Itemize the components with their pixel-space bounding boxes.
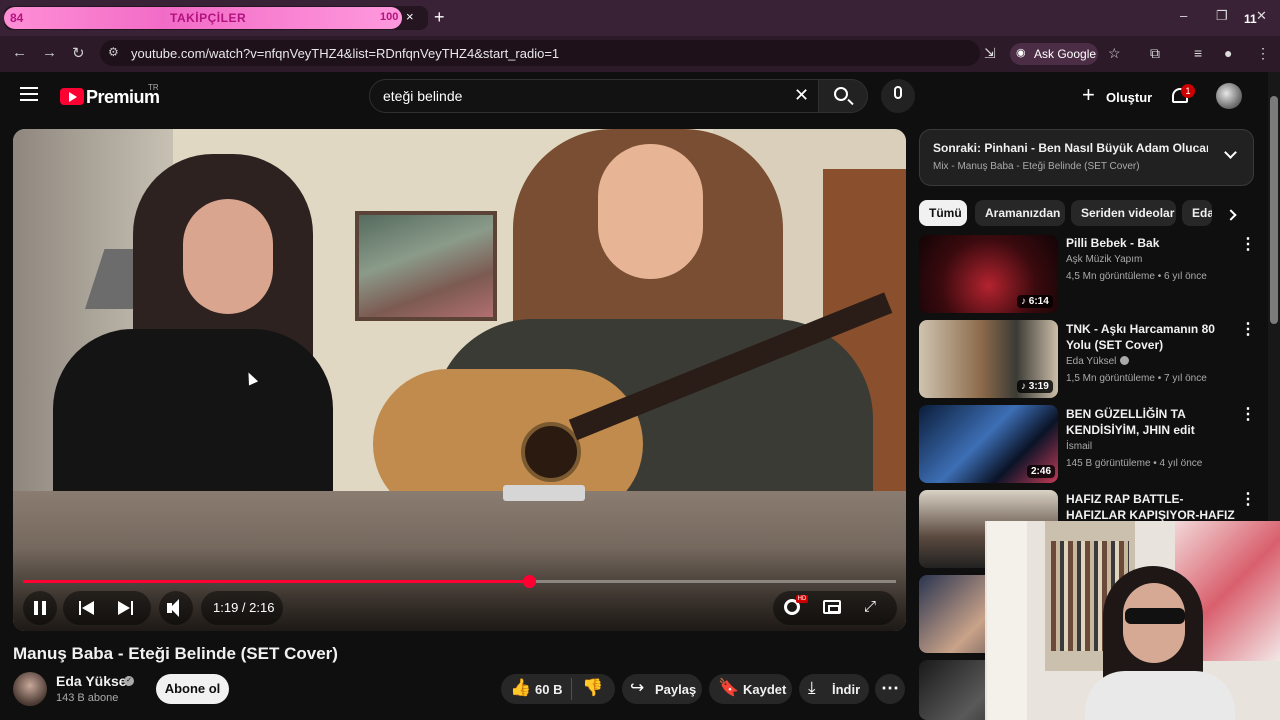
dislike-icon[interactable]: 👎 — [582, 678, 603, 698]
rec-duration: 2:46 — [1027, 465, 1056, 478]
microphone-icon — [894, 86, 902, 99]
verified-icon — [1120, 356, 1130, 365]
chip-eda[interactable]: Eda — [1182, 200, 1212, 226]
rec-duration: ♪ 6:14 — [1017, 295, 1053, 308]
new-tab-button[interactable]: + — [434, 7, 445, 28]
next-up-subtitle: Mix - Manuş Baba - Eteği Belinde (SET Co… — [933, 161, 1140, 172]
account-avatar[interactable] — [1216, 83, 1242, 109]
webcam-lamp — [987, 521, 1027, 720]
tab-right-count: 100 — [380, 11, 399, 23]
profile-icon[interactable]: ● — [1224, 45, 1232, 61]
download-icon: ⤓ — [808, 678, 816, 697]
save-icon: 🔖 — [718, 678, 740, 697]
rec-more-icon[interactable]: ⋮ — [1240, 407, 1256, 423]
url-text[interactable]: youtube.com/watch?v=nfqnVeyTHZ4&list=RDn… — [131, 46, 559, 61]
tab-title: TAKİPÇİLER — [170, 11, 247, 25]
progress-bar[interactable] — [23, 575, 896, 588]
rec-more-icon[interactable]: ⋮ — [1240, 322, 1256, 338]
singer-right-face — [598, 144, 703, 279]
chip-from-search[interactable]: Aramanızdan — [975, 200, 1065, 226]
scrollbar-thumb[interactable] — [1270, 96, 1278, 324]
save-label[interactable]: Kaydet — [743, 682, 786, 697]
rec-more-icon[interactable]: ⋮ — [1240, 492, 1256, 508]
like-icon[interactable]: 👍 — [510, 678, 531, 698]
share-icon: ↪ — [630, 678, 645, 697]
rec-title[interactable]: TNK - Aşkı Harcamanın 80 Yolu (SET Cover… — [1066, 321, 1236, 353]
guitar-soundhole — [521, 422, 581, 482]
rec-meta: 1,5 Mn görüntüleme • 7 yıl önce — [1066, 373, 1207, 384]
previous-icon[interactable] — [79, 600, 95, 616]
minimize-button[interactable]: – — [1180, 8, 1187, 23]
forward-button[interactable]: → — [42, 44, 57, 61]
more-actions-button[interactable]: ⋯ — [875, 674, 905, 704]
search-icon — [834, 87, 848, 101]
reload-button[interactable]: ↻ — [72, 44, 85, 62]
tab-left-count: 84 — [10, 11, 24, 25]
rec-title[interactable]: Pilli Bebek - Bak — [1066, 235, 1236, 251]
streamer-sunglasses — [1125, 608, 1185, 624]
browser-menu-icon[interactable]: ⋮ — [1256, 45, 1270, 62]
rec-channel[interactable]: Eda Yüksel — [1066, 356, 1130, 367]
rec-more-icon[interactable]: ⋮ — [1240, 237, 1256, 253]
hamburger-menu-icon[interactable] — [20, 87, 38, 101]
next-up-title[interactable]: Sonraki: Pinhani - Ben Nasıl Büyük Adam … — [933, 141, 1208, 155]
playlist-next-box[interactable] — [919, 129, 1254, 186]
plus-icon: + — [1082, 82, 1095, 107]
rec-title[interactable]: BEN GÜZELLİĞİN TA KENDİSİYİM, JHIN edit — [1066, 406, 1236, 438]
extensions-icon[interactable]: ⧉ — [1150, 45, 1160, 62]
close-window-button[interactable]: ✕ — [1256, 8, 1267, 24]
chip-all[interactable]: Tümü — [919, 200, 967, 226]
volume-icon — [167, 599, 183, 617]
next-icon[interactable] — [118, 600, 134, 616]
logo-play-icon — [69, 92, 77, 102]
time-display: 1:19 / 2:16 — [213, 600, 275, 615]
video-frame-phone — [503, 485, 585, 501]
fullscreen-icon[interactable]: ⤢ — [864, 599, 880, 615]
singer-left-face — [183, 199, 273, 314]
streamer-shirt — [1085, 671, 1235, 720]
verified-icon: ✓ — [124, 676, 134, 686]
rec-meta: 145 B görüntüleme • 4 yıl önce — [1066, 458, 1203, 469]
rec-channel[interactable]: Aşk Müzik Yapım — [1066, 254, 1142, 265]
webcam-overlay — [985, 521, 1280, 720]
chip-from-series[interactable]: Seriden videolar — [1071, 200, 1176, 226]
video-frame-painting — [355, 211, 497, 321]
back-button[interactable]: ← — [12, 44, 27, 61]
media-control-icon[interactable]: ≡ — [1194, 45, 1202, 61]
rec-channel-name: Eda Yüksel — [1066, 356, 1117, 367]
clear-search-icon[interactable]: ✕ — [794, 85, 809, 106]
share-label[interactable]: Paylaş — [655, 682, 696, 697]
site-info-icon[interactable]: ⚙ — [108, 45, 119, 59]
prev-next-group — [63, 591, 151, 625]
create-label[interactable]: Oluştur — [1106, 90, 1152, 105]
hd-badge: HD — [796, 595, 808, 603]
window-badge: 11 — [1244, 12, 1257, 26]
rec-channel[interactable]: İsmail — [1066, 441, 1092, 452]
logo-region: TR — [148, 83, 159, 92]
video-title: Manuş Baba - Eteği Belinde (SET Cover) — [13, 644, 338, 663]
download-label[interactable]: İndir — [832, 682, 860, 697]
subscribe-button[interactable]: Abone ol — [156, 674, 229, 704]
video-player[interactable]: 1:19 / 2:16 HD ⤢ — [13, 129, 906, 631]
like-count[interactable]: 60 B — [535, 682, 562, 697]
search-query[interactable]: eteği belinde — [383, 88, 462, 104]
lens-icon: ◉ — [1016, 47, 1026, 59]
rec-meta: 4,5 Mn görüntüleme • 6 yıl önce — [1066, 271, 1207, 282]
miniplayer-icon[interactable] — [823, 600, 841, 614]
subscriber-count: 143 B abone — [56, 692, 119, 704]
channel-avatar[interactable] — [13, 672, 47, 706]
progress-fill — [23, 580, 530, 583]
maximize-button[interactable]: ❐ — [1216, 8, 1228, 24]
pause-icon — [34, 601, 46, 615]
rec-duration: ♪ 3:19 — [1017, 380, 1053, 393]
like-divider — [571, 678, 572, 700]
notification-badge: 1 — [1181, 84, 1195, 98]
tab-close-icon[interactable]: × — [406, 9, 414, 24]
bookmark-star-icon[interactable]: ☆ — [1108, 45, 1121, 62]
channel-name[interactable]: Eda Yüksel — [56, 673, 130, 689]
install-app-icon[interactable]: ⇲ — [984, 45, 996, 62]
